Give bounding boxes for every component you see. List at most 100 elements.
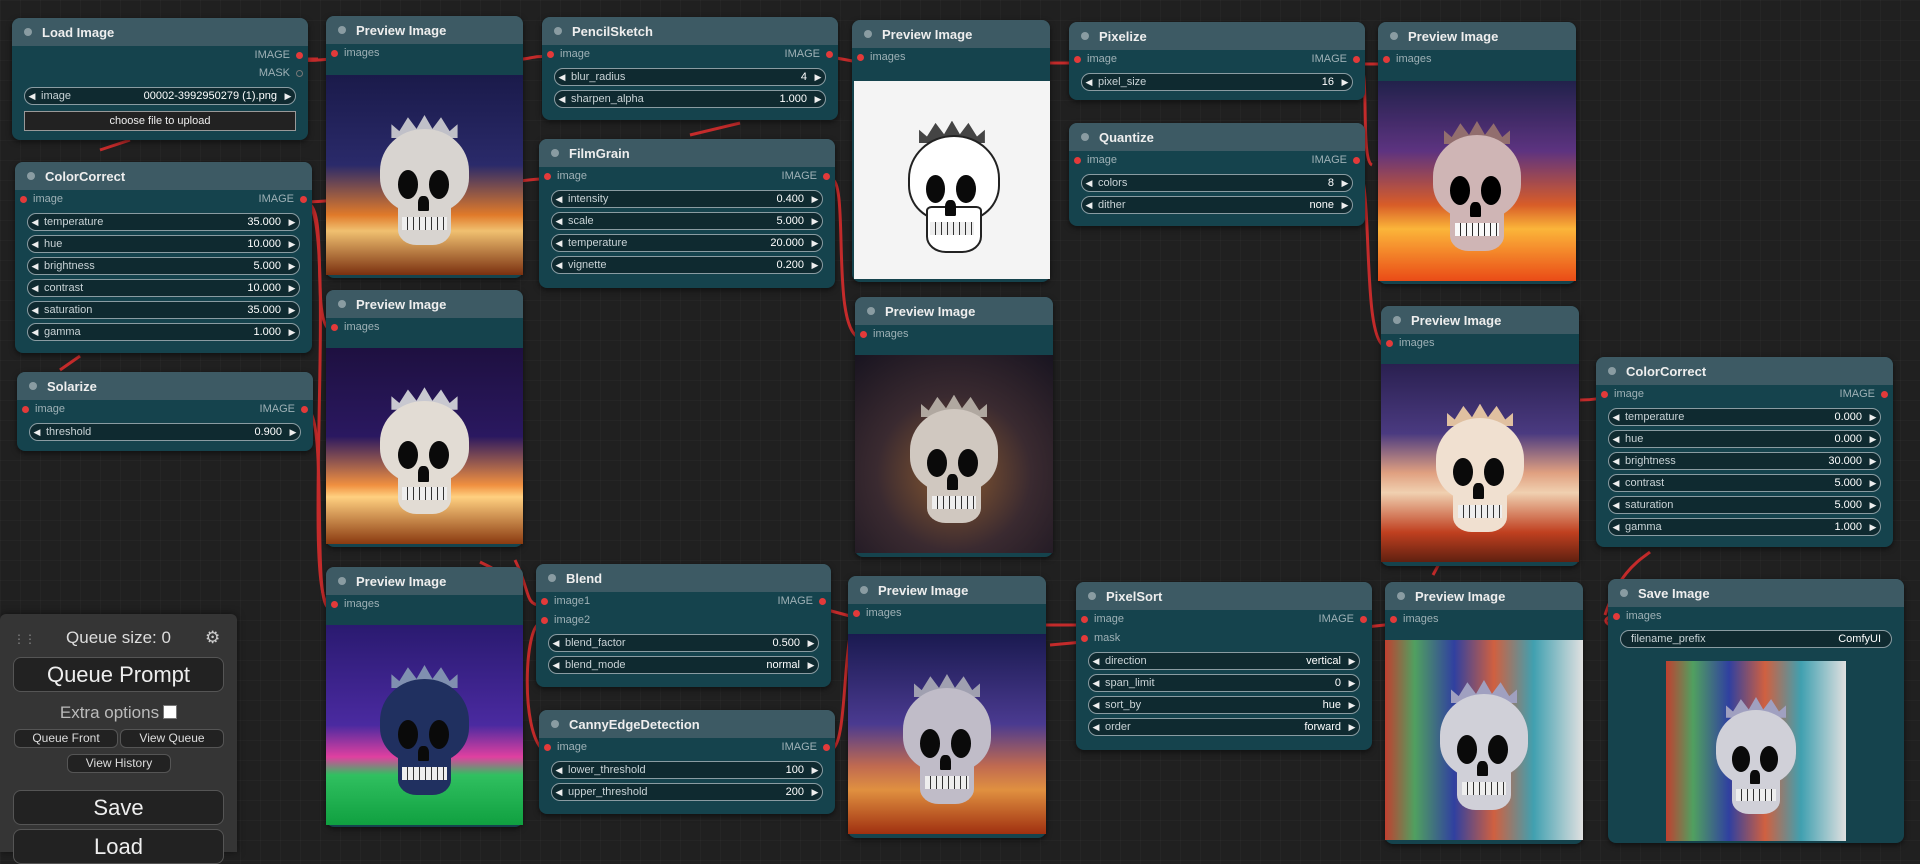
preview-image-node[interactable]: Preview Image images [1385,582,1583,844]
output-slot-image[interactable] [1353,56,1360,63]
increment-arrow-icon[interactable]: ▶ [811,72,825,83]
decrement-arrow-icon[interactable]: ◀ [549,638,563,649]
increment-arrow-icon[interactable]: ▶ [285,327,299,338]
queue-prompt-button[interactable]: Queue Prompt [13,657,224,692]
load-image-node[interactable]: Load Image IMAGE MASK ◀ image 00002-3992… [12,18,308,140]
output-slot-image[interactable] [823,744,830,751]
view-history-button[interactable]: View History [67,754,171,773]
pixelize-node[interactable]: Pixelize image IMAGE ◀ pixel_size 16 ▶ [1069,22,1365,100]
decrement-arrow-icon[interactable]: ◀ [555,94,569,105]
collapse-dot[interactable] [1390,32,1398,40]
increment-arrow-icon[interactable]: ▶ [1345,700,1359,711]
collapse-dot[interactable] [554,27,562,35]
preview-image-node[interactable]: Preview Image images [848,576,1046,838]
decrement-arrow-icon[interactable]: ◀ [555,72,569,83]
image-combo[interactable]: ◀ image 00002-3992950279 (1).png ▶ [24,87,296,105]
preview-image-node[interactable]: Preview Image images [852,20,1050,282]
collapse-dot[interactable] [1608,367,1616,375]
output-slot-image[interactable] [296,52,303,59]
filename-prefix-field[interactable]: filename_prefix ComfyUI [1620,630,1892,648]
decrement-arrow-icon[interactable]: ◀ [1609,500,1623,511]
quantize-node[interactable]: Quantize image IMAGE ◀ colors 8 ▶ ◀ dither none… [1069,123,1365,226]
output-slot-mask[interactable] [296,70,303,77]
brightness-widget[interactable]: ◀ brightness 5.000 ▶ [27,257,300,275]
decrement-arrow-icon[interactable]: ◀ [552,194,566,205]
collapse-dot[interactable] [338,577,346,585]
increment-arrow-icon[interactable]: ▶ [1866,522,1880,533]
increment-arrow-icon[interactable]: ▶ [285,239,299,250]
increment-arrow-icon[interactable]: ▶ [808,765,822,776]
collapse-dot[interactable] [864,30,872,38]
input-slot-image[interactable] [1074,56,1081,63]
input-slot-image[interactable] [547,51,554,58]
input-slot-images[interactable] [857,54,864,61]
sharpen-alpha-widget[interactable]: ◀ sharpen_alpha 1.000 ▶ [554,90,826,108]
decrement-arrow-icon[interactable]: ◀ [1089,656,1103,667]
output-slot-image[interactable] [301,406,308,413]
direction-widget[interactable]: ◀ direction vertical ▶ [1088,652,1360,670]
increment-arrow-icon[interactable]: ▶ [1866,456,1880,467]
decrement-arrow-icon[interactable]: ◀ [28,239,42,250]
increment-arrow-icon[interactable]: ▶ [804,660,818,671]
pencil-sketch-node[interactable]: PencilSketch image IMAGE ◀ blur_radius 4 ▶ ◀ s… [542,17,838,120]
decrement-arrow-icon[interactable]: ◀ [1089,700,1103,711]
input-slot-images[interactable] [860,331,867,338]
decrement-arrow-icon[interactable]: ◀ [28,283,42,294]
view-queue-button[interactable]: View Queue [120,729,224,748]
gamma-widget[interactable]: ◀ gamma 1.000 ▶ [1608,518,1881,536]
saturation-widget[interactable]: ◀ saturation 35.000 ▶ [27,301,300,319]
collapse-dot[interactable] [1620,589,1628,597]
decrement-arrow-icon[interactable]: ◀ [552,787,566,798]
input-slot-images[interactable] [853,610,860,617]
blend-factor-widget[interactable]: ◀ blend_factor 0.500 ▶ [548,634,819,652]
temperature-widget[interactable]: ◀ temperature 0.000 ▶ [1608,408,1881,426]
increment-arrow-icon[interactable]: ▶ [285,305,299,316]
input-slot-image[interactable] [1601,391,1608,398]
collapse-dot[interactable] [338,26,346,34]
increment-arrow-icon[interactable]: ▶ [286,427,300,438]
span-limit-widget[interactable]: ◀ span_limit 0 ▶ [1088,674,1360,692]
save-button[interactable]: Save [13,790,224,825]
color-correct-node[interactable]: ColorCorrect image IMAGE ◀ temperature 0.00… [1596,357,1893,547]
upper-threshold-widget[interactable]: ◀ upper_threshold 200 ▶ [551,783,823,801]
colors-widget[interactable]: ◀ colors 8 ▶ [1081,174,1353,192]
input-slot-mask[interactable] [1081,635,1088,642]
queue-front-button[interactable]: Queue Front [14,729,118,748]
increment-arrow-icon[interactable]: ▶ [808,216,822,227]
collapse-dot[interactable] [860,586,868,594]
increment-arrow-icon[interactable]: ▶ [281,91,295,102]
brightness-widget[interactable]: ◀ brightness 30.000 ▶ [1608,452,1881,470]
input-slot-image[interactable] [22,406,29,413]
input-slot-images[interactable] [331,50,338,57]
decrement-arrow-icon[interactable]: ◀ [30,427,44,438]
increment-arrow-icon[interactable]: ▶ [1345,656,1359,667]
blend-mode-widget[interactable]: ◀ blend_mode normal ▶ [548,656,819,674]
collapse-dot[interactable] [548,574,556,582]
load-button[interactable]: Load [13,829,224,864]
collapse-dot[interactable] [29,382,37,390]
collapse-dot[interactable] [551,720,559,728]
decrement-arrow-icon[interactable]: ◀ [25,91,39,102]
hue-widget[interactable]: ◀ hue 10.000 ▶ [27,235,300,253]
vignette-widget[interactable]: ◀ vignette 0.200 ▶ [551,256,823,274]
input-slot-images[interactable] [331,601,338,608]
decrement-arrow-icon[interactable]: ◀ [1609,478,1623,489]
gear-icon[interactable]: ⚙ [205,628,220,648]
contrast-widget[interactable]: ◀ contrast 5.000 ▶ [1608,474,1881,492]
decrement-arrow-icon[interactable]: ◀ [549,660,563,671]
decrement-arrow-icon[interactable]: ◀ [28,261,42,272]
preview-image-node[interactable]: Preview Image images [1381,306,1579,566]
increment-arrow-icon[interactable]: ▶ [811,94,825,105]
input-slot-image1[interactable] [541,598,548,605]
increment-arrow-icon[interactable]: ▶ [1866,434,1880,445]
collapse-dot[interactable] [1088,592,1096,600]
intensity-widget[interactable]: ◀ intensity 0.400 ▶ [551,190,823,208]
input-slot-image[interactable] [1074,157,1081,164]
output-slot-image[interactable] [1360,616,1367,623]
increment-arrow-icon[interactable]: ▶ [1338,77,1352,88]
input-slot-images[interactable] [1383,56,1390,63]
saturation-widget[interactable]: ◀ saturation 5.000 ▶ [1608,496,1881,514]
input-slot-image2[interactable] [541,617,548,624]
collapse-dot[interactable] [867,307,875,315]
order-widget[interactable]: ◀ order forward ▶ [1088,718,1360,736]
